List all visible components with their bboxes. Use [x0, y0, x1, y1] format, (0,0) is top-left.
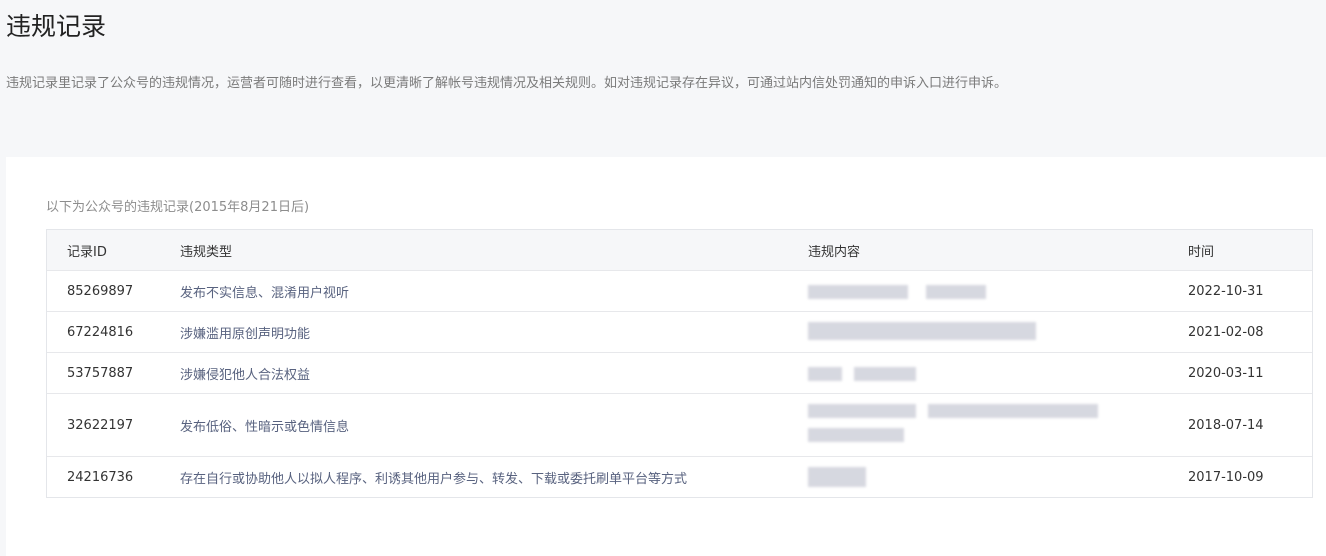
table-row: 32622197 发布低俗、性暗示或色情信息 2018-07-14	[47, 393, 1312, 456]
record-time: 2020-03-11	[1188, 365, 1264, 381]
violation-type-link[interactable]: 涉嫌侵犯他人合法权益	[160, 364, 788, 383]
records-card: 以下为公众号的违规记录(2015年8月21日后) 记录ID 违规类型 违规内容 …	[6, 157, 1326, 556]
redacted-content	[808, 312, 1168, 352]
blurred-segment	[808, 428, 904, 442]
violation-content-redacted	[788, 394, 1168, 456]
record-time: 2022-10-31	[1188, 283, 1264, 299]
record-time: 2017-10-09	[1188, 469, 1264, 485]
blurred-segment	[808, 367, 842, 381]
header-record-id: 记录ID	[67, 244, 107, 260]
violation-records-table: 记录ID 违规类型 违规内容 时间 85269897 发布不实信息、混淆用户视听…	[46, 229, 1313, 498]
blurred-segment	[854, 367, 916, 381]
header-violation-type: 违规类型	[180, 244, 233, 260]
blurred-segment	[926, 285, 986, 299]
record-id: 32622197	[67, 417, 134, 433]
table-caption: 以下为公众号的违规记录(2015年8月21日后)	[46, 200, 310, 215]
page-description: 违规记录里记录了公众号的违规情况，运营者可随时进行查看，以更清晰了解帐号违规情况…	[6, 76, 1008, 91]
redacted-content	[808, 394, 1168, 456]
record-time: 2021-02-08	[1188, 324, 1264, 340]
violation-content-redacted	[788, 353, 1168, 393]
table-header-row: 记录ID 违规类型 违规内容 时间	[47, 230, 1312, 270]
violation-type-link[interactable]: 发布低俗、性暗示或色情信息	[160, 416, 788, 435]
violation-type-link[interactable]: 涉嫌滥用原创声明功能	[160, 323, 788, 342]
violation-content-redacted	[788, 312, 1168, 352]
blurred-segment	[808, 467, 866, 487]
violation-content-redacted	[788, 457, 1168, 497]
blurred-segment	[808, 285, 908, 299]
table-row: 24216736 存在自行或协助他人以拟人程序、利诱其他用户参与、转发、下载或委…	[47, 456, 1312, 497]
blurred-segment	[808, 404, 916, 418]
violation-content-redacted	[788, 271, 1168, 311]
table-row: 53757887 涉嫌侵犯他人合法权益 2020-03-11	[47, 352, 1312, 393]
header-violation-content: 违规内容	[808, 244, 861, 260]
violation-records-page: 违规记录 违规记录里记录了公众号的违规情况，运营者可随时进行查看，以更清晰了解帐…	[0, 0, 1326, 556]
table-row: 67224816 涉嫌滥用原创声明功能 2021-02-08	[47, 311, 1312, 352]
header-time: 时间	[1188, 244, 1215, 260]
record-id: 53757887	[67, 365, 134, 381]
blurred-segment	[808, 322, 1036, 340]
page-title: 违规记录	[6, 12, 107, 41]
redacted-content	[808, 271, 1168, 311]
violation-type-link[interactable]: 存在自行或协助他人以拟人程序、利诱其他用户参与、转发、下载或委托刷单平台等方式	[160, 468, 788, 487]
blurred-segment	[928, 404, 1098, 418]
record-time: 2018-07-14	[1188, 417, 1264, 433]
violation-type-link[interactable]: 发布不实信息、混淆用户视听	[160, 282, 788, 301]
record-id: 85269897	[67, 283, 134, 299]
redacted-content	[808, 457, 1168, 497]
record-id: 24216736	[67, 469, 134, 485]
redacted-content	[808, 353, 1168, 393]
table-row: 85269897 发布不实信息、混淆用户视听 2022-10-31	[47, 270, 1312, 311]
record-id: 67224816	[67, 324, 134, 340]
